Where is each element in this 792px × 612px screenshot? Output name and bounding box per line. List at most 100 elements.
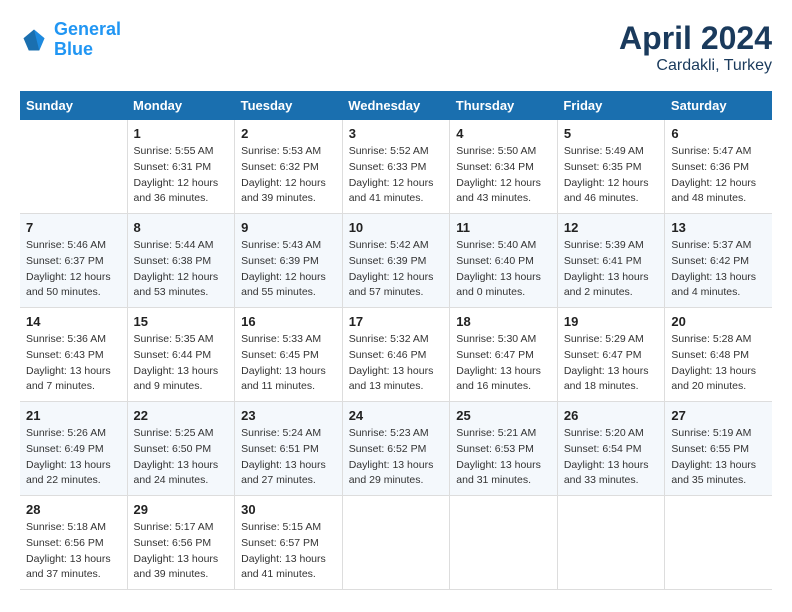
- calendar-cell: 18Sunrise: 5:30 AMSunset: 6:47 PMDayligh…: [450, 308, 558, 402]
- day-number: 5: [564, 126, 659, 141]
- logo-text: General Blue: [54, 20, 121, 60]
- calendar-table: SundayMondayTuesdayWednesdayThursdayFrid…: [20, 91, 772, 590]
- day-number: 18: [456, 314, 551, 329]
- calendar-cell: 11 Sunrise: 5:40 AMSunset: 6:40 PMDayligh…: [450, 214, 558, 308]
- day-number: 30: [241, 502, 336, 517]
- calendar-week-row: 28 Sunrise: 5:18 AMSunset: 6:56 PMDayligh…: [20, 496, 772, 590]
- calendar-cell: 15Sunrise: 5:35 AMSunset: 6:44 PMDayligh…: [127, 308, 235, 402]
- day-number: 13: [671, 220, 766, 235]
- calendar-cell: [20, 120, 127, 214]
- day-number: 8: [134, 220, 229, 235]
- day-number: 25: [456, 408, 551, 423]
- calendar-week-row: 21Sunrise: 5:26 AMSunset: 6:49 PMDayligh…: [20, 402, 772, 496]
- day-number: 3: [349, 126, 444, 141]
- calendar-cell: [342, 496, 450, 590]
- day-number: 23: [241, 408, 336, 423]
- day-info: Sunrise: 5:47 AMSunset: 6:36 PMDaylight:…: [671, 144, 766, 207]
- day-number: 4: [456, 126, 551, 141]
- day-info: Sunrise: 5:39 AMSunset: 6:41 PMDaylight:…: [564, 238, 659, 301]
- calendar-cell: 4 Sunrise: 5:50 AMSunset: 6:34 PMDaylight…: [450, 120, 558, 214]
- day-info: Sunrise: 5:29 AMSunset: 6:47 PMDaylight:…: [564, 332, 659, 395]
- calendar-cell: 26Sunrise: 5:20 AMSunset: 6:54 PMDayligh…: [557, 402, 665, 496]
- column-header-tuesday: Tuesday: [235, 91, 343, 120]
- calendar-cell: 5 Sunrise: 5:49 AMSunset: 6:35 PMDaylight…: [557, 120, 665, 214]
- day-info: Sunrise: 5:28 AMSunset: 6:48 PMDaylight:…: [671, 332, 766, 395]
- day-number: 17: [349, 314, 444, 329]
- calendar-title: April 2024: [619, 20, 772, 57]
- day-info: Sunrise: 5:46 AMSunset: 6:37 PMDaylight:…: [26, 238, 121, 301]
- logo-icon: [20, 26, 48, 54]
- calendar-cell: 6 Sunrise: 5:47 AMSunset: 6:36 PMDaylight…: [665, 120, 772, 214]
- column-header-sunday: Sunday: [20, 91, 127, 120]
- page-header: General Blue April 2024 Cardakli, Turkey: [20, 20, 772, 75]
- calendar-cell: 28 Sunrise: 5:18 AMSunset: 6:56 PMDayligh…: [20, 496, 127, 590]
- calendar-cell: 2Sunrise: 5:53 AMSunset: 6:32 PMDaylight…: [235, 120, 343, 214]
- day-number: 9: [241, 220, 336, 235]
- column-header-monday: Monday: [127, 91, 235, 120]
- calendar-cell: 8 Sunrise: 5:44 AMSunset: 6:38 PMDaylight…: [127, 214, 235, 308]
- day-number: 20: [671, 314, 766, 329]
- calendar-cell: 10Sunrise: 5:42 AMSunset: 6:39 PMDayligh…: [342, 214, 450, 308]
- calendar-cell: 12 Sunrise: 5:39 AMSunset: 6:41 PMDayligh…: [557, 214, 665, 308]
- day-number: 6: [671, 126, 766, 141]
- day-info: Sunrise: 5:32 AMSunset: 6:46 PMDaylight:…: [349, 332, 444, 395]
- day-number: 28: [26, 502, 121, 517]
- day-number: 29: [134, 502, 229, 517]
- day-number: 11: [456, 220, 551, 235]
- day-number: 14: [26, 314, 121, 329]
- calendar-cell: 30 Sunrise: 5:15 AMSunset: 6:57 PMDayligh…: [235, 496, 343, 590]
- day-info: Sunrise: 5:19 AMSunset: 6:55 PMDaylight:…: [671, 426, 766, 489]
- calendar-cell: 17 Sunrise: 5:32 AMSunset: 6:46 PMDayligh…: [342, 308, 450, 402]
- day-number: 12: [564, 220, 659, 235]
- calendar-header-row: SundayMondayTuesdayWednesdayThursdayFrid…: [20, 91, 772, 120]
- calendar-cell: 9Sunrise: 5:43 AMSunset: 6:39 PMDaylight…: [235, 214, 343, 308]
- day-info: Sunrise: 5:24 AMSunset: 6:51 PMDaylight:…: [241, 426, 336, 489]
- day-info: Sunrise: 5:44 AMSunset: 6:38 PMDaylight:…: [134, 238, 229, 301]
- calendar-cell: 14 Sunrise: 5:36 AMSunset: 6:43 PMDayligh…: [20, 308, 127, 402]
- day-number: 27: [671, 408, 766, 423]
- day-info: Sunrise: 5:20 AMSunset: 6:54 PMDaylight:…: [564, 426, 659, 489]
- day-info: Sunrise: 5:15 AMSunset: 6:57 PMDaylight:…: [241, 520, 336, 583]
- calendar-cell: 21Sunrise: 5:26 AMSunset: 6:49 PMDayligh…: [20, 402, 127, 496]
- logo: General Blue: [20, 20, 121, 60]
- day-info: Sunrise: 5:26 AMSunset: 6:49 PMDaylight:…: [26, 426, 121, 489]
- day-number: 22: [134, 408, 229, 423]
- day-info: Sunrise: 5:37 AMSunset: 6:42 PMDaylight:…: [671, 238, 766, 301]
- calendar-cell: 22Sunrise: 5:25 AMSunset: 6:50 PMDayligh…: [127, 402, 235, 496]
- day-info: Sunrise: 5:36 AMSunset: 6:43 PMDaylight:…: [26, 332, 121, 395]
- calendar-week-row: 7 Sunrise: 5:46 AMSunset: 6:37 PMDaylight…: [20, 214, 772, 308]
- day-info: Sunrise: 5:21 AMSunset: 6:53 PMDaylight:…: [456, 426, 551, 489]
- day-info: Sunrise: 5:42 AMSunset: 6:39 PMDaylight:…: [349, 238, 444, 301]
- day-info: Sunrise: 5:40 AMSunset: 6:40 PMDaylight:…: [456, 238, 551, 301]
- logo-line2: Blue: [54, 39, 93, 59]
- calendar-cell: [665, 496, 772, 590]
- calendar-cell: 24Sunrise: 5:23 AMSunset: 6:52 PMDayligh…: [342, 402, 450, 496]
- calendar-cell: 23 Sunrise: 5:24 AMSunset: 6:51 PMDayligh…: [235, 402, 343, 496]
- day-number: 7: [26, 220, 121, 235]
- day-info: Sunrise: 5:35 AMSunset: 6:44 PMDaylight:…: [134, 332, 229, 395]
- day-number: 19: [564, 314, 659, 329]
- column-header-friday: Friday: [557, 91, 665, 120]
- day-info: Sunrise: 5:50 AMSunset: 6:34 PMDaylight:…: [456, 144, 551, 207]
- day-info: Sunrise: 5:49 AMSunset: 6:35 PMDaylight:…: [564, 144, 659, 207]
- day-info: Sunrise: 5:55 AMSunset: 6:31 PMDaylight:…: [134, 144, 229, 207]
- calendar-cell: 19 Sunrise: 5:29 AMSunset: 6:47 PMDayligh…: [557, 308, 665, 402]
- day-info: Sunrise: 5:53 AMSunset: 6:32 PMDaylight:…: [241, 144, 336, 207]
- calendar-cell: 1 Sunrise: 5:55 AMSunset: 6:31 PMDaylight…: [127, 120, 235, 214]
- column-header-wednesday: Wednesday: [342, 91, 450, 120]
- day-info: Sunrise: 5:17 AMSunset: 6:56 PMDaylight:…: [134, 520, 229, 583]
- column-header-saturday: Saturday: [665, 91, 772, 120]
- calendar-cell: 13 Sunrise: 5:37 AMSunset: 6:42 PMDayligh…: [665, 214, 772, 308]
- calendar-cell: 29 Sunrise: 5:17 AMSunset: 6:56 PMDayligh…: [127, 496, 235, 590]
- logo-line1: General: [54, 19, 121, 39]
- day-info: Sunrise: 5:33 AMSunset: 6:45 PMDaylight:…: [241, 332, 336, 395]
- day-info: Sunrise: 5:18 AMSunset: 6:56 PMDaylight:…: [26, 520, 121, 583]
- day-number: 24: [349, 408, 444, 423]
- day-number: 1: [134, 126, 229, 141]
- calendar-cell: 3 Sunrise: 5:52 AMSunset: 6:33 PMDaylight…: [342, 120, 450, 214]
- calendar-cell: 16Sunrise: 5:33 AMSunset: 6:45 PMDayligh…: [235, 308, 343, 402]
- calendar-cell: 27 Sunrise: 5:19 AMSunset: 6:55 PMDayligh…: [665, 402, 772, 496]
- day-info: Sunrise: 5:52 AMSunset: 6:33 PMDaylight:…: [349, 144, 444, 207]
- calendar-week-row: 1 Sunrise: 5:55 AMSunset: 6:31 PMDaylight…: [20, 120, 772, 214]
- calendar-cell: 7 Sunrise: 5:46 AMSunset: 6:37 PMDaylight…: [20, 214, 127, 308]
